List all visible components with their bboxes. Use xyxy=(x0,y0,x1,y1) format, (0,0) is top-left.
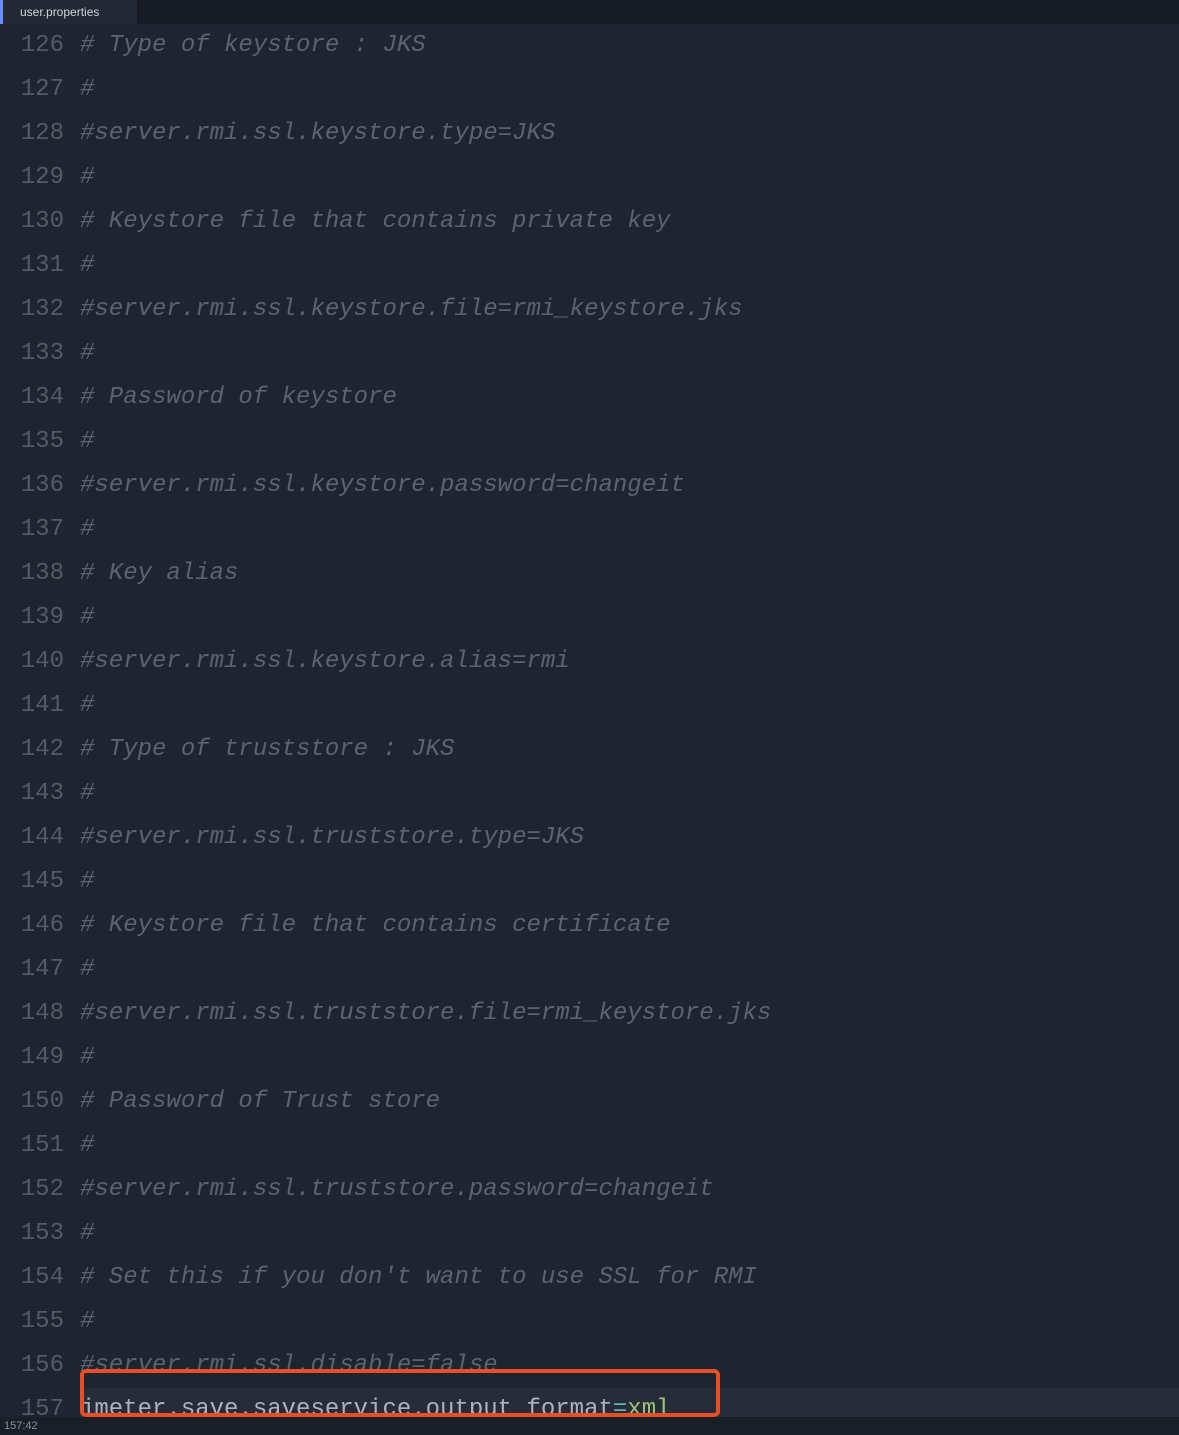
code-line-comment[interactable]: # xyxy=(80,420,1179,464)
code-line-comment[interactable]: # Keystore file that contains certificat… xyxy=(80,904,1179,948)
code-line-comment[interactable]: #server.rmi.ssl.truststore.type=JKS xyxy=(80,816,1179,860)
code-editor[interactable]: 1261271281291301311321331341351361371381… xyxy=(0,24,1179,1417)
line-number: 134 xyxy=(0,376,64,420)
line-number: 132 xyxy=(0,288,64,332)
code-line-comment[interactable]: # xyxy=(80,948,1179,992)
line-number: 147 xyxy=(0,948,64,992)
code-line-comment[interactable]: # xyxy=(80,332,1179,376)
cursor-position: 157:42 xyxy=(4,1420,38,1432)
code-line-comment[interactable]: # xyxy=(80,508,1179,552)
line-number: 155 xyxy=(0,1300,64,1344)
line-number: 128 xyxy=(0,112,64,156)
line-number: 140 xyxy=(0,640,64,684)
code-line-comment[interactable]: # xyxy=(80,244,1179,288)
code-line-comment[interactable]: # Type of keystore : JKS xyxy=(80,24,1179,68)
code-line-comment[interactable]: # Set this if you don't want to use SSL … xyxy=(80,1256,1179,1300)
code-line-property[interactable]: jmeter.save.saveservice.output_format=xm… xyxy=(80,1388,1179,1417)
property-key: jmeter.save.saveservice.output_format xyxy=(80,1396,613,1417)
line-number: 143 xyxy=(0,772,64,816)
property-value: xml xyxy=(627,1396,670,1417)
code-line-comment[interactable]: #server.rmi.ssl.keystore.password=change… xyxy=(80,464,1179,508)
line-number: 133 xyxy=(0,332,64,376)
code-line-comment[interactable]: # xyxy=(80,1300,1179,1344)
code-line-comment[interactable]: #server.rmi.ssl.disable=false xyxy=(80,1344,1179,1388)
code-line-comment[interactable]: # xyxy=(80,1036,1179,1080)
status-bar: 157:42 xyxy=(0,1417,1179,1435)
line-number-gutter: 1261271281291301311321331341351361371381… xyxy=(0,24,80,1417)
line-number: 156 xyxy=(0,1344,64,1388)
code-line-comment[interactable]: # xyxy=(80,1124,1179,1168)
code-line-comment[interactable]: # xyxy=(80,860,1179,904)
code-line-comment[interactable]: #server.rmi.ssl.keystore.alias=rmi xyxy=(80,640,1179,684)
line-number: 131 xyxy=(0,244,64,288)
code-line-comment[interactable]: # Key alias xyxy=(80,552,1179,596)
code-line-comment[interactable]: # Password of keystore xyxy=(80,376,1179,420)
line-number: 148 xyxy=(0,992,64,1036)
line-number: 136 xyxy=(0,464,64,508)
line-number: 154 xyxy=(0,1256,64,1300)
line-number: 151 xyxy=(0,1124,64,1168)
line-number: 146 xyxy=(0,904,64,948)
line-number: 127 xyxy=(0,68,64,112)
code-line-comment[interactable]: # xyxy=(80,156,1179,200)
code-line-comment[interactable]: #server.rmi.ssl.truststore.file=rmi_keys… xyxy=(80,992,1179,1036)
line-number: 138 xyxy=(0,552,64,596)
code-area[interactable]: # Type of keystore : JKS##server.rmi.ssl… xyxy=(80,24,1179,1417)
code-line-comment[interactable]: # xyxy=(80,772,1179,816)
line-number: 144 xyxy=(0,816,64,860)
code-line-comment[interactable]: # xyxy=(80,596,1179,640)
line-number: 139 xyxy=(0,596,64,640)
equals-sign: = xyxy=(613,1396,627,1417)
code-line-comment[interactable]: # Password of Trust store xyxy=(80,1080,1179,1124)
line-number: 157 xyxy=(0,1388,64,1417)
tab-user-properties[interactable]: user.properties xyxy=(0,0,138,24)
line-number: 141 xyxy=(0,684,64,728)
code-line-comment[interactable]: # xyxy=(80,68,1179,112)
code-line-comment[interactable]: #server.rmi.ssl.keystore.type=JKS xyxy=(80,112,1179,156)
line-number: 142 xyxy=(0,728,64,772)
line-number: 150 xyxy=(0,1080,64,1124)
line-number: 129 xyxy=(0,156,64,200)
code-line-comment[interactable]: # xyxy=(80,1212,1179,1256)
line-number: 135 xyxy=(0,420,64,464)
tab-bar: user.properties xyxy=(0,0,1179,24)
line-number: 149 xyxy=(0,1036,64,1080)
line-number: 126 xyxy=(0,24,64,68)
code-line-comment[interactable]: # Keystore file that contains private ke… xyxy=(80,200,1179,244)
code-line-comment[interactable]: # xyxy=(80,684,1179,728)
line-number: 137 xyxy=(0,508,64,552)
code-line-comment[interactable]: #server.rmi.ssl.truststore.password=chan… xyxy=(80,1168,1179,1212)
line-number: 153 xyxy=(0,1212,64,1256)
line-number: 130 xyxy=(0,200,64,244)
line-number: 152 xyxy=(0,1168,64,1212)
line-number: 145 xyxy=(0,860,64,904)
code-line-comment[interactable]: #server.rmi.ssl.keystore.file=rmi_keysto… xyxy=(80,288,1179,332)
code-line-comment[interactable]: # Type of truststore : JKS xyxy=(80,728,1179,772)
tab-filename: user.properties xyxy=(20,5,99,19)
